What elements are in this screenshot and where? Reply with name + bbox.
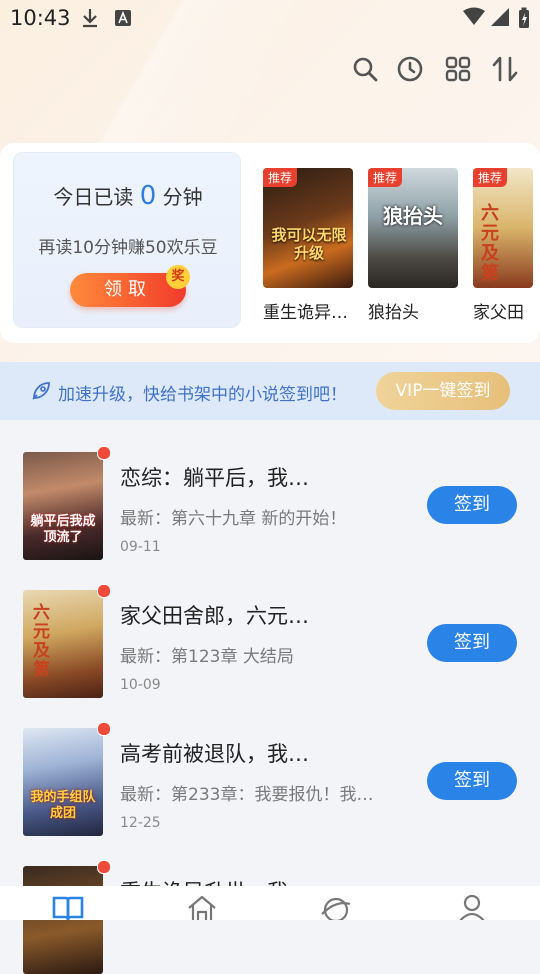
recommended-title: 家父田 xyxy=(473,303,524,323)
book-cover xyxy=(23,866,103,974)
list-item[interactable]: 重生诡异升世，我… xyxy=(0,860,540,974)
cover-text: 六元及第 xyxy=(481,203,499,284)
book-cover: 狼抬头 推荐 xyxy=(368,168,458,288)
latest-chapter: 最新：第123章 大结局 xyxy=(120,647,294,667)
vip-signin-button[interactable]: VIP一键签到 xyxy=(376,372,510,410)
daily-reading-text: 今日已读 0 分钟 xyxy=(14,181,242,211)
status-bar: 10:43 xyxy=(0,0,540,36)
book-title: 恋综：躺平后，我… xyxy=(120,466,309,490)
rocket-icon xyxy=(32,382,50,400)
unread-dot xyxy=(97,584,111,598)
update-date: 12-25 xyxy=(120,815,161,831)
cover-text: 躺平后我成顶流了 xyxy=(30,514,96,545)
search-icon[interactable] xyxy=(351,55,379,83)
signal-icon xyxy=(491,8,509,26)
reward-badge: 奖 xyxy=(166,265,190,289)
profile-icon[interactable] xyxy=(456,894,488,920)
latest-chapter: 最新：第六十九章 新的开始！ xyxy=(120,509,347,529)
book-cover: 六元及第 推荐 xyxy=(473,168,533,288)
sort-icon[interactable] xyxy=(491,55,519,83)
recommended-title: 重生诡异… xyxy=(263,303,348,323)
unread-dot xyxy=(97,446,111,460)
reading-minutes: 0 xyxy=(139,181,157,211)
recommend-tag: 推荐 xyxy=(473,168,508,187)
book-cover: 躺平后我成顶流了 xyxy=(23,452,103,560)
home-icon[interactable] xyxy=(186,894,218,920)
book-cover: 我的手组队成团 xyxy=(23,728,103,836)
recommended-title: 狼抬头 xyxy=(368,303,419,323)
daily-reading-box: 今日已读 0 分钟 再读10分钟赚50欢乐豆 领取 奖 xyxy=(13,152,241,328)
list-item[interactable]: 躺平后我成顶流了 恋综：躺平后，我… 最新：第六十九章 新的开始！ 09-11 … xyxy=(0,446,540,572)
recommended-book[interactable]: 我可以无限升级 推荐 重生诡异… xyxy=(263,168,353,323)
unread-dot xyxy=(97,722,111,736)
font-icon xyxy=(115,10,131,26)
download-icon xyxy=(83,9,97,28)
signin-button[interactable]: 签到 xyxy=(427,486,517,524)
book-cover: 我可以无限升级 推荐 xyxy=(263,168,353,288)
bookshelf-icon[interactable] xyxy=(52,894,84,920)
status-time: 10:43 xyxy=(10,6,71,30)
latest-chapter: 最新：第233章：我要报仇！我… xyxy=(120,785,374,805)
banner-text: 加速升级，快给书架中的小说签到吧！ xyxy=(58,385,347,405)
cover-text: 狼抬头 xyxy=(383,204,443,228)
book-title: 家父田舍郎，六元… xyxy=(120,604,309,628)
discover-planet-icon[interactable] xyxy=(320,894,352,920)
reading-promo: 再读10分钟赚50欢乐豆 xyxy=(38,238,218,258)
battery-icon xyxy=(519,7,529,28)
update-date: 09-11 xyxy=(120,539,161,555)
unread-dot xyxy=(97,860,111,874)
cover-text: 六元及第 xyxy=(33,603,50,680)
signin-button[interactable]: 签到 xyxy=(427,762,517,800)
book-title: 高考前被退队，我… xyxy=(120,742,309,766)
cover-text: 我可以无限升级 xyxy=(271,226,347,262)
signin-button[interactable]: 签到 xyxy=(427,624,517,662)
recommended-book[interactable]: 六元及第 推荐 家父田 xyxy=(473,168,533,323)
signin-banner: 加速升级，快给书架中的小说签到吧！ VIP一键签到 xyxy=(0,362,540,420)
recommended-book[interactable]: 狼抬头 推荐 狼抬头 xyxy=(368,168,458,323)
recommend-tag: 推荐 xyxy=(263,168,298,187)
wifi-icon xyxy=(463,7,485,25)
reading-suffix: 分钟 xyxy=(162,185,203,209)
cover-text: 我的手组队成团 xyxy=(30,790,96,821)
update-date: 10-09 xyxy=(120,677,161,693)
bottom-navigation xyxy=(0,886,540,920)
book-cover: 六元及第 xyxy=(23,590,103,698)
grid-view-icon[interactable] xyxy=(444,55,472,83)
list-item[interactable]: 六元及第 家父田舍郎，六元… 最新：第123章 大结局 10-09 签到 xyxy=(0,584,540,710)
reading-prefix: 今日已读 xyxy=(53,185,134,209)
recommend-tag: 推荐 xyxy=(368,168,403,187)
list-item[interactable]: 我的手组队成团 高考前被退队，我… 最新：第233章：我要报仇！我… 12-25… xyxy=(0,722,540,848)
history-clock-icon[interactable] xyxy=(396,55,424,83)
